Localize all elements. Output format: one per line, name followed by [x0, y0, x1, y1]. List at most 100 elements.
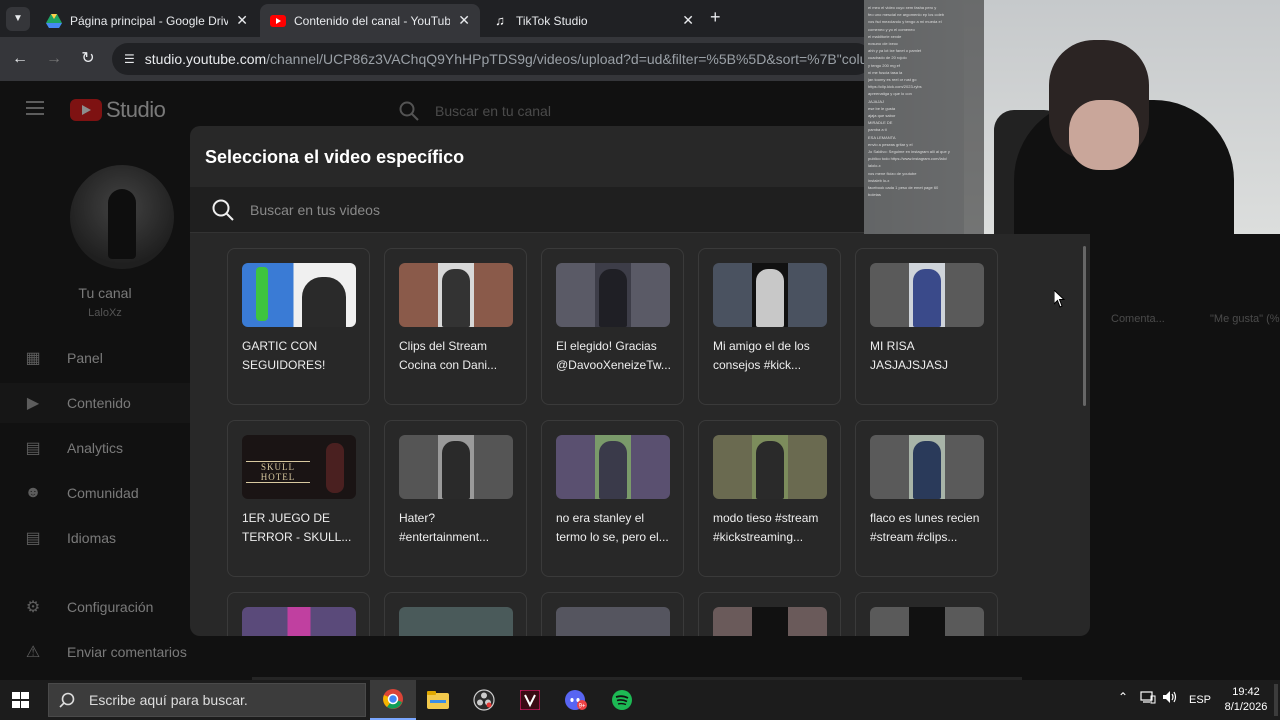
video-card[interactable]: SKULL HOTEL 1ER JUEGO DE TERROR - SKULL.… [227, 420, 370, 577]
tab-youtube-studio[interactable]: Contenido del canal - YouTube ✕ [260, 4, 480, 37]
video-card[interactable]: no era stanley el termo lo se, pero el..… [541, 420, 684, 577]
tab-title: Página principal - Google Drive [70, 13, 229, 28]
chat-message: el meo el video cuyo xem fasha pero y [868, 5, 937, 10]
close-tab-icon[interactable]: ✕ [236, 12, 248, 29]
site-settings-icon[interactable]: ☰ [124, 52, 135, 66]
video-title: MI RISA JASJAJSJASJ QUE... [870, 339, 949, 372]
video-thumbnail [870, 435, 984, 499]
video-title: El elegido! Gracias @DavooXeneizeTw... [556, 339, 671, 372]
chat-message: pamba a ti [868, 127, 887, 133]
discord-badge: 9+ [579, 704, 586, 710]
video-search-input[interactable] [250, 201, 850, 218]
video-card[interactable]: El elegido! Gracias @DavooXeneizeTw... [541, 248, 684, 405]
chat-message: nosuno ole ixeoc [868, 41, 899, 47]
volume-icon[interactable] [1162, 690, 1178, 707]
file-explorer-icon[interactable] [415, 680, 461, 720]
video-thumbnail [399, 263, 513, 327]
new-tab-icon[interactable]: + [710, 7, 721, 28]
video-thumbnail [556, 607, 670, 636]
video-card[interactable]: GARTIC CON SEGUIDORES! [227, 248, 370, 405]
video-thumbnail [399, 435, 513, 499]
chat-message: cuadrado de 20 rojolo [868, 55, 907, 61]
windows-start-icon[interactable] [12, 692, 30, 708]
video-thumbnail [399, 607, 513, 636]
video-card[interactable] [698, 592, 841, 636]
video-thumbnail [713, 607, 827, 636]
video-card[interactable]: MI RISA JASJAJSJASJ QUE... [855, 248, 998, 405]
video-title: Mi amigo el de los consejos #kick... [713, 339, 810, 372]
video-card[interactable]: Mi amigo el de los consejos #kick... [698, 248, 841, 405]
input-language[interactable]: ESP [1189, 694, 1211, 706]
chat-message: lalolo-x [868, 163, 881, 169]
url-path: /channel/UCP86z3VAChqQ9YhHPpTDS9g/videos… [266, 51, 872, 67]
video-thumbnail [713, 435, 827, 499]
chat-message: publico todo https://www.instagram.com/l… [868, 156, 947, 162]
chat-message: instaleb lo-x [868, 177, 890, 183]
video-card[interactable]: Clips del Stream Cocina con Dani... [384, 248, 527, 405]
back-arrow-icon[interactable]: ← [8, 47, 32, 71]
chat-message: y tengo 200 mg ef [868, 62, 901, 68]
chat-message: https://clip.kick.com/2023-rybs [868, 84, 922, 90]
thumbnail-overlay-text: SKULL HOTEL [246, 461, 310, 483]
video-thumbnail [870, 263, 984, 327]
chat-message: vos fsd mezclando y tengo a mi mueda el [868, 19, 942, 25]
chat-message: ahh y ya lot ixe fanet o pamlet [868, 48, 922, 54]
chat-message: boletas [868, 192, 881, 198]
video-card[interactable] [855, 592, 998, 636]
video-title: modo tieso #stream #kickstreaming... [713, 511, 819, 544]
tab-title: Contenido del canal - YouTube [294, 13, 451, 28]
chat-message: el malditorie xexde [868, 33, 902, 39]
video-thumbnail: SKULL HOTEL [242, 435, 356, 499]
url-host: studio.youtube.com [144, 51, 267, 67]
address-bar[interactable]: ☰ studio.youtube.com/channel/UCP86z3VACh… [112, 43, 872, 75]
close-tab-icon[interactable]: ✕ [682, 12, 694, 29]
video-title: Clips del Stream Cocina con Dani... [399, 339, 498, 372]
video-title: GARTIC CON SEGUIDORES! [242, 339, 326, 372]
video-thumbnail [556, 263, 670, 327]
chrome-icon[interactable] [370, 680, 416, 720]
chat-message: JAJAJAJ [868, 98, 885, 104]
chat-message: apreenatiga y que lo con [868, 91, 912, 97]
video-title: Hater? #entertainment... [399, 511, 490, 544]
video-thumbnail [713, 263, 827, 327]
tab-tiktok-studio[interactable]: ♫ TikTok Studio ✕ [482, 4, 704, 37]
system-clock[interactable]: 19:42 8/1/2026 [1222, 685, 1270, 715]
taskbar-search[interactable]: Escribe aquí para buscar. [48, 683, 366, 717]
chat-message: ese be le gusta [868, 105, 896, 111]
video-thumbnail [242, 263, 356, 327]
video-thumbnail [556, 435, 670, 499]
video-card[interactable] [227, 592, 370, 636]
tab-search-chevron-icon[interactable]: ▼ [6, 7, 30, 31]
tray-chevron-icon[interactable]: ⌃ [1118, 690, 1128, 704]
chat-message: envio a peseas gritar y el [868, 141, 913, 147]
close-tab-icon[interactable]: ✕ [458, 12, 470, 29]
chat-message: ni me fuscia tasa la [868, 69, 903, 75]
video-card[interactable] [384, 592, 527, 636]
chat-message: ESA LEMANTA [868, 134, 896, 140]
webcam-overlay: el meo el video cuyo xem fasha pero y feo… [864, 0, 1280, 234]
obs-icon[interactable] [461, 680, 507, 720]
forward-arrow-icon[interactable]: → [42, 47, 66, 71]
video-card[interactable]: Hater? #entertainment... [384, 420, 527, 577]
video-card[interactable]: flaco es lunes recien #stream #clips... [855, 420, 998, 577]
stream-chat: el meo el video cuyo xem fasha pero y feo… [864, 0, 984, 234]
tiktok-icon: ♫ [495, 13, 505, 28]
spotify-icon[interactable] [599, 680, 645, 720]
vegas-icon[interactable] [507, 680, 553, 720]
tab-google-drive[interactable]: Página principal - Google Drive ✕ [36, 4, 258, 37]
network-icon[interactable] [1140, 690, 1156, 707]
mouse-cursor-icon [1054, 290, 1066, 308]
video-card[interactable]: modo tieso #stream #kickstreaming... [698, 420, 841, 577]
taskbar-search-placeholder: Escribe aquí para buscar. [89, 692, 248, 708]
dialog-scrollbar[interactable] [1083, 246, 1086, 406]
windows-taskbar: Escribe aquí para buscar. 9+ ⌃ ESP 19:42… [0, 680, 1280, 720]
youtube-icon [270, 13, 286, 29]
discord-icon[interactable]: 9+ [553, 680, 599, 720]
video-card[interactable] [541, 592, 684, 636]
show-desktop-button[interactable] [1274, 684, 1278, 716]
search-icon [212, 199, 234, 221]
chat-message: feo uno mescial ne argomenlo ep los cole… [868, 12, 945, 18]
clock-time: 19:42 [1232, 686, 1260, 698]
chat-message: comeneo y yo el comeneo [868, 26, 915, 32]
reload-icon[interactable]: ↻ [76, 47, 100, 71]
